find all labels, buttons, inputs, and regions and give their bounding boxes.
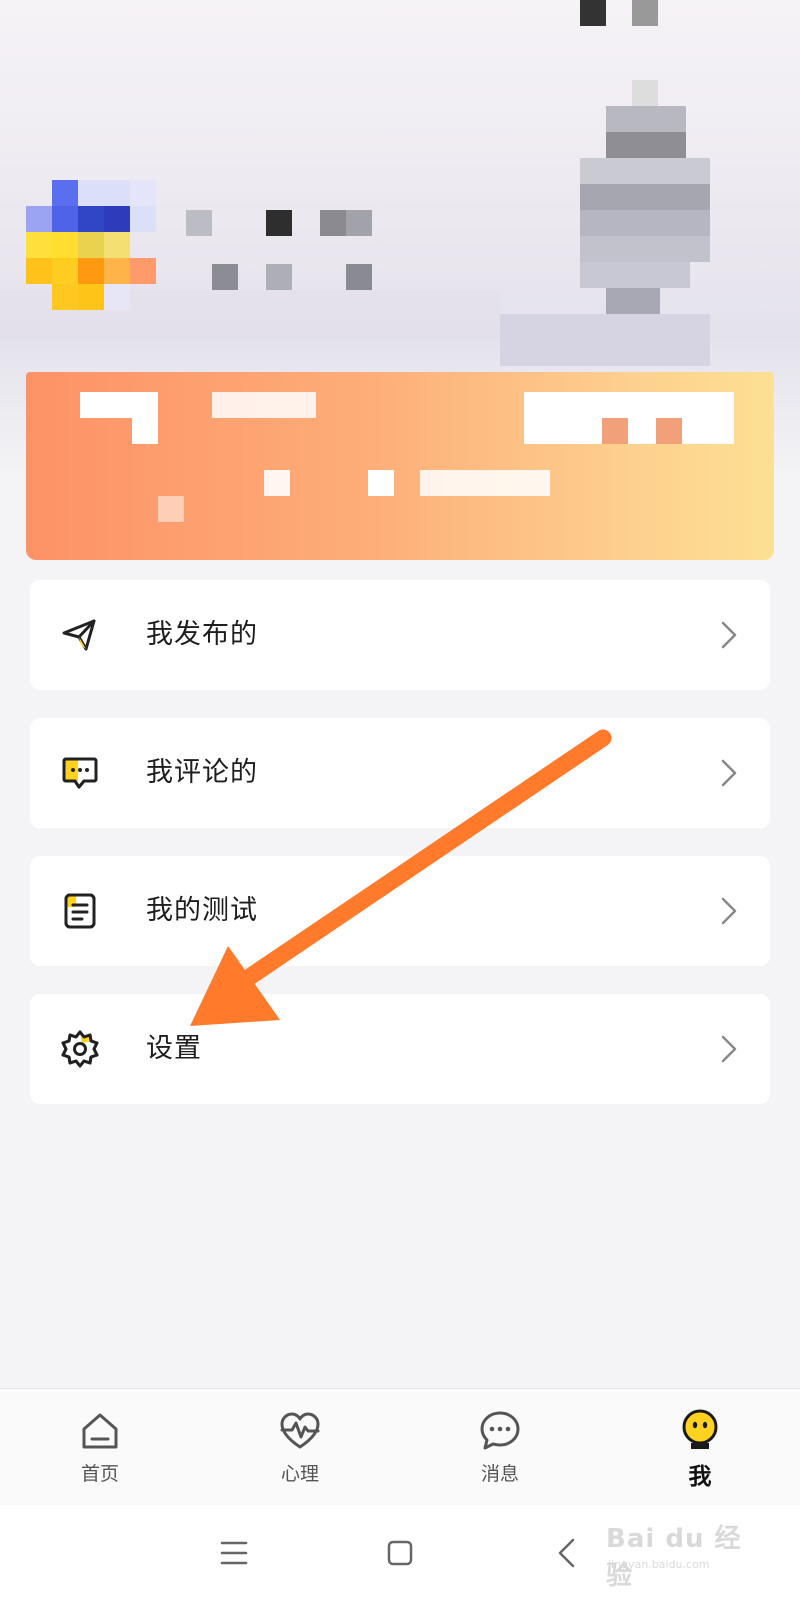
gear-icon [61,1030,99,1068]
home-square-icon[interactable] [380,1533,420,1573]
tab-messages[interactable]: 消息 [400,1389,600,1505]
chevron-right-icon [721,759,737,787]
tab-home[interactable]: 首页 [0,1389,200,1505]
baidu-jingyan-watermark: Bai du 经验 jingyan.baidu.com [606,1518,756,1591]
chevron-right-icon [721,897,737,925]
tab-label: 消息 [480,1463,519,1485]
menu-label: 设置 [146,1033,202,1064]
watermark-url: jingyan.baidu.com [608,1558,710,1571]
menu-item-settings[interactable]: 设置 [30,994,770,1104]
menu-item-my-comments[interactable]: 我评论的 [30,718,770,828]
tab-me[interactable]: 我 [600,1389,800,1505]
watermark-brand: Bai du 经验 [606,1524,742,1591]
profile-menu: 我发布的 我评论的 我的测试 设置 [30,580,770,1132]
home-icon [82,1413,118,1449]
clipboard-icon [64,893,96,929]
menu-item-my-tests[interactable]: 我的测试 [30,856,770,966]
back-chevron-icon[interactable] [548,1533,588,1573]
tab-label: 心理 [280,1463,319,1485]
avatar[interactable] [26,180,160,320]
menu-icon[interactable] [214,1533,254,1573]
message-bubble-icon [480,1411,520,1450]
chevron-right-icon [721,621,737,649]
heart-pulse-icon [280,1412,320,1449]
menu-item-my-posts[interactable]: 我发布的 [30,580,770,690]
menu-label: 我的测试 [146,895,258,926]
comment-bubble-icon [62,757,98,789]
menu-label: 我发布的 [146,619,258,650]
paper-plane-icon [62,619,96,651]
tab-label: 首页 [80,1463,119,1485]
tab-psychology[interactable]: 心理 [200,1389,400,1505]
promo-banner[interactable] [26,372,774,560]
menu-label: 我评论的 [146,757,258,788]
chevron-right-icon [721,1035,737,1063]
smiley-avatar-icon [682,1409,718,1449]
tab-label: 我 [688,1464,712,1490]
bottom-tab-bar: 首页 心理 消息 我 [0,1388,800,1505]
